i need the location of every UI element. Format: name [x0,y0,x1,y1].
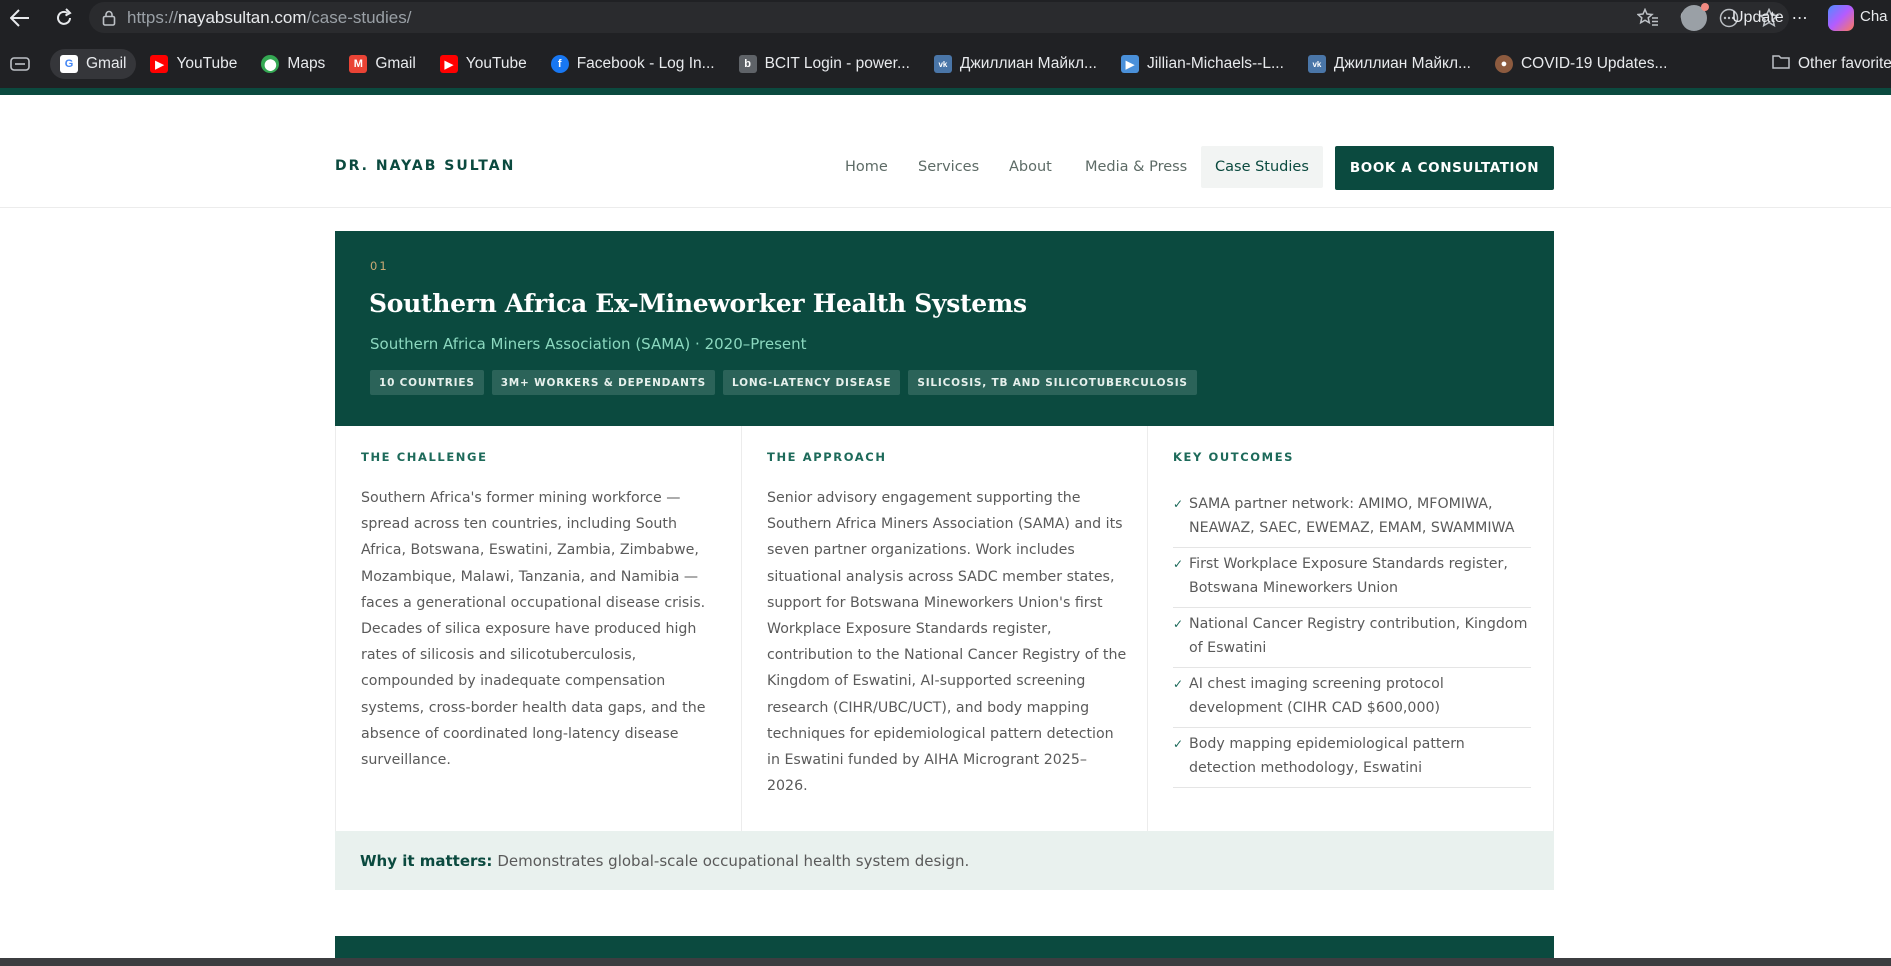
check-icon: ✓ [1173,617,1184,631]
bookmark-bcit[interactable]: b BCIT Login - power... [729,49,920,79]
video-icon: ▶ [1120,55,1139,73]
gmail-icon: M [349,55,368,73]
folder-icon [1772,54,1790,74]
nav-media-press[interactable]: Media & Press [1071,146,1201,188]
url-text[interactable]: https://nayabsultan.com/case-studies/ [127,8,411,28]
site-brand[interactable]: DR. NAYAB SULTAN [335,158,515,174]
outcomes-heading: KEY OUTCOMES [1173,450,1295,464]
nav-about[interactable]: About [995,146,1066,188]
tag-disease: LONG-LATENCY DISEASE [723,370,901,395]
bookmark-youtube[interactable]: ▶ YouTube [140,49,247,79]
why-it-matters: Why it matters: Demonstrates global-scal… [335,831,1554,890]
update-button[interactable]: Update ⋯ [1720,3,1820,32]
case-tags: 10 COUNTRIES 3M+ WORKERS & DEPENDANTS LO… [370,370,1197,395]
bookmarks-bar: G Gmail ▶ YouTube ⬤ Maps M Gmail ▶ YouTube f Facebo… [0,44,1891,84]
nav-services[interactable]: Services [904,146,993,188]
collections-icon[interactable] [0,44,40,84]
check-icon: ✓ [1173,557,1184,571]
bcit-icon: b [738,55,757,73]
bookmark-vk[interactable]: vk Джиллиан Майкл... [924,49,1107,79]
site-info-icon[interactable] [101,10,117,26]
profile-avatar[interactable] [1681,3,1709,31]
check-icon: ✓ [1173,677,1184,691]
book-consultation-button[interactable]: BOOK A CONSULTATION [1335,146,1554,190]
other-favorites-folder[interactable]: Other favorites [1762,49,1891,79]
bookmark-youtube[interactable]: ▶ YouTube [430,49,537,79]
approach-text: Senior advisory engagement supporting th… [767,490,1127,795]
youtube-icon: ▶ [439,55,458,73]
challenge-heading: THE CHALLENGE [361,450,488,464]
bookmark-maps[interactable]: ⬤ Maps [251,49,335,79]
sidebar-label[interactable]: Cha [1860,8,1888,25]
page-top-strip [0,88,1891,95]
site-header: DR. NAYAB SULTAN Home Services About Med… [0,95,1891,208]
nav-home[interactable]: Home [831,146,902,188]
case-hero: 01 Southern Africa Ex-Mineworker Health … [335,231,1554,426]
case-number: 01 [370,259,389,273]
outcomes-list: ✓ SAMA partner network: AMIMO, MFOMIWA, N… [1173,488,1531,788]
copilot-icon[interactable] [1828,5,1854,31]
address-bar[interactable]: https://nayabsultan.com/case-studies/ [89,2,1789,33]
browser-toolbar: https://nayabsultan.com/case-studies/ Up… [0,0,1891,35]
bookmark-vk[interactable]: vk Джиллиан Майкл... [1298,49,1481,79]
tag-workers: 3M+ WORKERS & DEPENDANTS [491,370,716,395]
outcomes-column: KEY OUTCOMES ✓ SAMA partner network: AMIM… [1148,426,1554,831]
bookmark-video[interactable]: ▶ Jillian-Michaels--L... [1111,49,1294,79]
back-arrow-icon[interactable] [2,0,38,35]
next-case-hero [335,936,1554,958]
bookmark-google[interactable]: G Gmail [50,49,137,79]
tag-countries: 10 COUNTRIES [370,370,484,395]
outcome-item: ✓ First Workplace Exposure Standards regi… [1173,548,1531,608]
case-body: THE CHALLENGE Southern Africa's former m… [335,426,1554,831]
avatar-icon: ● [1494,55,1513,73]
case-title: Southern Africa Ex-Mineworker Health Sys… [369,289,1027,318]
vk-icon: vk [1307,55,1326,73]
check-icon: ✓ [1173,737,1184,751]
nav-case-studies[interactable]: Case Studies [1201,146,1323,188]
bookmark-facebook[interactable]: f Facebook - Log In... [541,49,725,79]
why-text: Demonstrates global-scale occupational h… [497,851,970,870]
favorites-icon[interactable] [1628,2,1668,33]
tag-silicosis: SILICOSIS, TB AND SILICOTUBERCULOSIS [908,370,1197,395]
approach-heading: THE APPROACH [767,450,887,464]
why-label: Why it matters: [360,851,493,870]
window-bottom-edge [0,958,1891,966]
page-viewport: DR. NAYAB SULTAN Home Services About Med… [0,95,1891,958]
outcome-item: ✓ Body mapping epidemiological pattern de… [1173,728,1531,788]
youtube-icon: ▶ [150,55,169,73]
google-icon: G [60,55,78,73]
bookmark-avatar[interactable]: ● COVID-19 Updates... [1485,49,1677,79]
challenge-column: THE CHALLENGE Southern Africa's former m… [336,426,742,831]
outcome-item: ✓ SAMA partner network: AMIMO, MFOMIWA, N… [1173,488,1531,548]
challenge-text: Southern Africa's former mining workforc… [361,490,706,769]
check-icon: ✓ [1173,497,1184,511]
maps-icon: ⬤ [261,55,280,73]
vk-icon: vk [933,55,952,73]
reload-icon[interactable] [46,0,82,35]
case-subtitle: Southern Africa Miners Association (SAMA… [370,335,807,353]
approach-column: THE APPROACH Senior advisory engagement … [742,426,1148,831]
outcome-item: ✓ AI chest imaging screening protocol dev… [1173,668,1531,728]
outcome-item: ✓ National Cancer Registry contribution, … [1173,608,1531,668]
more-icon: ⋯ [1791,9,1808,27]
bookmark-gmail[interactable]: M Gmail [339,49,425,79]
facebook-icon: f [550,55,569,73]
